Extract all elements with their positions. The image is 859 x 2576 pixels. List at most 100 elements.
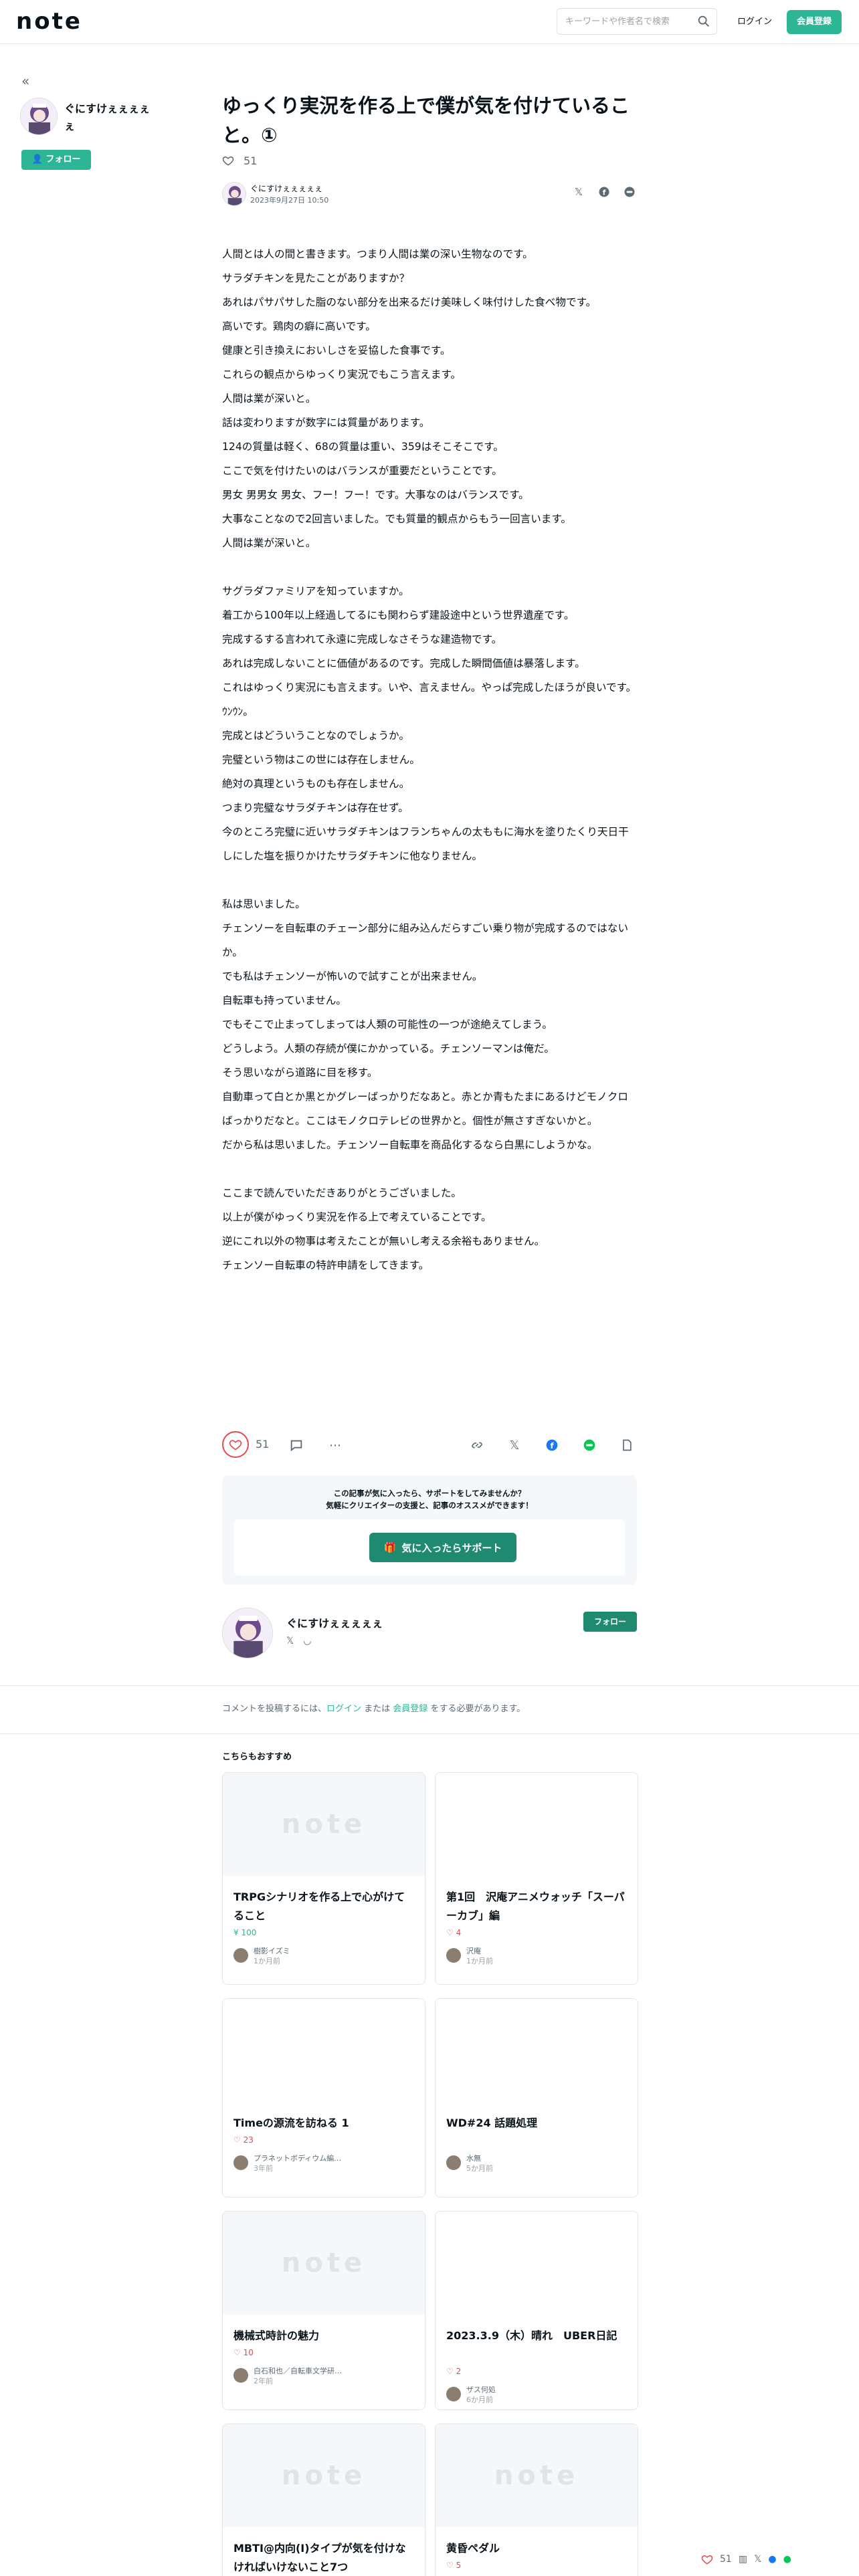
recommend-card[interactable]: note 機械式時計の魅力 ♡ 10 白石和也／自転車文学研… 2年前 [222, 2211, 425, 2410]
divider [0, 1733, 859, 1734]
card-author[interactable]: ザス何処 6か月前 [446, 2384, 628, 2404]
card-title[interactable]: 2023.3.9（木）晴れ UBER日記 [446, 2327, 628, 2345]
heart-icon[interactable] [701, 2553, 713, 2565]
article-paragraph: チェンソー自転車の特許申請をしてきます。 [222, 1259, 430, 1271]
creator-card: ぐにすけぇぇぇぇぇ 𝕏 ◡ フォロー [222, 1608, 637, 1661]
site-header: note ログイン 会員登録 [0, 0, 859, 44]
comment-signup-link[interactable]: 会員登録 [393, 1704, 427, 1714]
search-input[interactable] [565, 9, 692, 34]
article-paragraph: どうしよう。人類の存続が僕にかかっている。チェンソーマンは俺だ。 [222, 1043, 555, 1055]
card-like-value: 23 [243, 2135, 254, 2145]
like-button[interactable] [222, 1431, 249, 1458]
creator-avatar[interactable] [20, 98, 58, 135]
card-thumbnail[interactable]: note [223, 2424, 425, 2527]
recommend-heading: こちらもおすすめ [222, 1752, 292, 1762]
support-panel: 🎁 気に入ったらサポート [234, 1519, 625, 1576]
like-count: 51 [244, 154, 258, 167]
article-paragraph: そう思いながら道路に目を移す。 [222, 1067, 378, 1079]
comment-login-link[interactable]: ログイン [326, 1704, 361, 1714]
card-thumbnail-logo: note [281, 2460, 367, 2491]
card-thumbnail[interactable] [223, 1999, 425, 2102]
facebook-share-icon[interactable]: f [597, 185, 611, 199]
follow-button[interactable]: 👤 フォロー [21, 150, 91, 170]
creator-avatar[interactable] [222, 1608, 273, 1658]
recommend-card[interactable]: note TRPGシナリオを作る上で心がけてること ¥ 100 樹影イズミ 1か月前 [222, 1772, 425, 1985]
facebook-share-icon[interactable]: ● [768, 2554, 776, 2565]
line-share-icon[interactable] [622, 185, 637, 199]
card-title[interactable]: MBTI@内向(I)タイプが気を付けなければいけないこと7つ [233, 2539, 415, 2576]
x-share-icon[interactable]: 𝕏 [506, 1436, 523, 1454]
article-paragraph: 今のところ完璧に近いサラダチキンはフランちゃんの太ももに海水を塗りたくり天日干し… [222, 826, 629, 862]
card-title[interactable]: WD#24 話題処理 [446, 2114, 628, 2133]
recommend-card[interactable]: 第1回 沢庵アニメウォッチ「スーパーカブ」編 ♡ 4 沢庵 1か月前 [435, 1772, 638, 1985]
embed-icon[interactable] [618, 1436, 636, 1454]
article-paragraph: これはゆっくり実況にも言えます。いや、言えません。やっぱ完成したほうが良いです。… [222, 681, 637, 718]
support-text: この記事が気に入ったら、サポートをしてみませんか？ [333, 1489, 526, 1498]
recommend-card[interactable]: Timeの源流を訪ねる 1 ♡ 23 プラネットボディウム編… 3年前 [222, 1998, 425, 2197]
collapse-sidebar-icon[interactable]: « [21, 74, 36, 88]
card-thumbnail[interactable] [436, 2212, 638, 2315]
author-name[interactable]: ぐにすけぇぇぇぇぇ [250, 183, 322, 194]
card-thumbnail[interactable]: note [223, 1773, 425, 1876]
article-paragraph: 自転車も持っていません。 [222, 994, 347, 1006]
article-paragraph: だから私は思いました。チェンソー自転車を商品化するなら白黒にしようかな。 [222, 1139, 598, 1151]
card-thumbnail[interactable]: note [436, 2424, 638, 2527]
card-author-name: ザス何処 [466, 2385, 496, 2394]
card-stats: ¥ 100 [233, 1928, 256, 1937]
comment-login-note: コメントを投稿するには、ログイン または 会員登録 をする必要があります。 [222, 1701, 637, 1714]
login-link[interactable]: ログイン [729, 12, 780, 32]
card-like-value: 5 [456, 2561, 462, 2570]
card-thumbnail[interactable] [436, 1773, 638, 1876]
article-paragraph: 完成するする言われて永遠に完成しなさそうな建造物です。 [222, 633, 502, 645]
recommend-card[interactable]: WD#24 話題処理 水無 5か月前 [435, 1998, 638, 2197]
rss-icon[interactable]: ◡ [303, 1636, 311, 1646]
creator-follow-button[interactable]: フォロー [583, 1612, 637, 1632]
article-paragraph: 自動車って白とか黒とかグレーばっかりだなあと。赤とか青もたまにあるけどモノクロば… [222, 1091, 628, 1127]
card-title[interactable]: 第1回 沢庵アニメウォッチ「スーパーカブ」編 [446, 1888, 628, 1925]
x-share-icon[interactable]: 𝕏 [754, 2554, 761, 2565]
line-share-icon[interactable] [581, 1436, 598, 1454]
recommend-card[interactable]: noteMBTI@内向(I)タイプが気を付けなければいけないこと7つ♡ 1¥ 1… [222, 2424, 425, 2576]
recommend-card[interactable]: 2023.3.9（木）晴れ UBER日記 ♡ 2 ザス何処 6か月前 [435, 2211, 638, 2410]
card-author[interactable]: 白石和也／自転車文学研… 2年前 [233, 2365, 415, 2385]
x-share-icon[interactable]: 𝕏 [571, 185, 586, 199]
card-thumbnail[interactable]: note [223, 2212, 425, 2315]
note-logo[interactable]: note [16, 8, 82, 35]
card-title[interactable]: TRPGシナリオを作る上で心がけてること [233, 1888, 415, 1925]
author-avatar[interactable] [222, 182, 246, 206]
comment-note-suffix: をする必要があります。 [427, 1704, 526, 1714]
creator-name[interactable]: ぐにすけぇぇぇぇぇ [64, 100, 158, 135]
like-summary[interactable]: 51 [222, 152, 257, 169]
card-author-name: 白石和也／自転車文学研… [254, 2367, 342, 2375]
heart-icon: ♡ [233, 2348, 244, 2357]
card-author[interactable]: 水無 5か月前 [446, 2153, 628, 2173]
card-author-name: 沢庵 [466, 1947, 481, 1955]
support-button[interactable]: 🎁 気に入ったらサポート [369, 1533, 516, 1562]
card-author[interactable]: 沢庵 1か月前 [446, 1945, 628, 1965]
card-title[interactable]: Timeの源流を訪ねる 1 [233, 2114, 415, 2133]
card-thumbnail[interactable] [436, 1999, 638, 2102]
article-title: ゆっくり実況を作る上で僕が気を付けていること。① [222, 94, 630, 146]
copy-link-icon[interactable] [468, 1436, 486, 1454]
more-icon[interactable]: ⋯ [326, 1436, 344, 1454]
creator-name[interactable]: ぐにすけぇぇぇぇぇ [286, 1614, 383, 1630]
signup-button[interactable]: 会員登録 [787, 10, 842, 34]
card-date: 1か月前 [466, 1957, 493, 1965]
facebook-share-icon[interactable]: f [543, 1436, 561, 1454]
search-icon[interactable] [696, 14, 711, 29]
card-author[interactable]: プラネットボディウム編… 3年前 [233, 2153, 415, 2173]
card-title[interactable]: 機械式時計の魅力 [233, 2327, 415, 2345]
author-row: ぐにすけぇぇぇぇぇ 2023年9月27日 10:50 𝕏 f [222, 181, 637, 207]
magazine-icon[interactable]: ▥ [739, 2554, 747, 2565]
search-box[interactable] [557, 8, 717, 35]
recommend-card[interactable]: note 黄昏ペダル ♡ 5 [435, 2424, 638, 2576]
x-profile-icon[interactable]: 𝕏 [286, 1636, 294, 1646]
comment-icon[interactable] [288, 1436, 305, 1454]
line-share-icon[interactable]: ● [783, 2554, 791, 2565]
card-title[interactable]: 黄昏ペダル [446, 2539, 628, 2558]
article-paragraph: 人間は業が深いと。 [222, 393, 316, 405]
card-author[interactable]: 樹影イズミ 1か月前 [233, 1945, 415, 1965]
publish-date: 2023年9月27日 10:50 [250, 196, 329, 205]
article-paragraph: 完成とはどういうことなのでしょうか。 [222, 730, 409, 742]
article-paragraph [222, 555, 637, 579]
